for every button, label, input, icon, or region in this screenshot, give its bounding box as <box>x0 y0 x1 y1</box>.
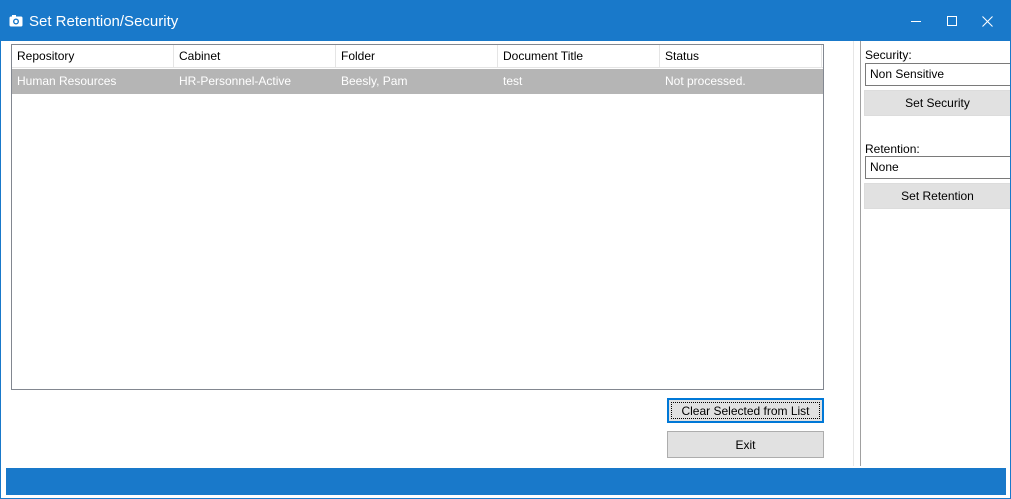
set-security-label: Set Security <box>905 96 970 110</box>
column-header-cabinet[interactable]: Cabinet <box>174 45 336 68</box>
table-row[interactable]: Human Resources HR-Personnel-Active Bees… <box>12 69 823 94</box>
title-bar[interactable]: Set Retention/Security <box>1 1 1010 41</box>
status-bar <box>6 468 1006 495</box>
column-header-document-title[interactable]: Document Title <box>498 45 660 68</box>
settings-panel: Security: Non Sensitive Set Security Ret… <box>861 41 1010 466</box>
minimize-button[interactable] <box>896 1 936 41</box>
security-value: Non Sensitive <box>870 67 945 81</box>
maximize-button[interactable] <box>932 1 972 41</box>
security-dropdown[interactable]: Non Sensitive <box>865 63 1010 86</box>
retention-label: Retention: <box>865 142 920 156</box>
exit-label: Exit <box>735 437 756 452</box>
cell-document-title: test <box>503 74 523 88</box>
minimize-icon <box>911 16 921 26</box>
column-header-folder[interactable]: Folder <box>336 45 498 68</box>
close-button[interactable] <box>967 1 1007 41</box>
cell-cabinet: HR-Personnel-Active <box>179 74 292 88</box>
set-retention-button[interactable]: Set Retention <box>864 183 1010 209</box>
column-header-repository[interactable]: Repository <box>12 45 174 68</box>
exit-button[interactable]: Exit <box>667 431 824 458</box>
cell-repository: Human Resources <box>17 74 117 88</box>
panel-splitter[interactable] <box>853 41 861 466</box>
retention-dropdown[interactable]: None <box>865 156 1010 179</box>
clear-selected-button[interactable]: Clear Selected from List <box>667 398 824 423</box>
main-window: Set Retention/Security Repository Cabine… <box>0 0 1011 499</box>
list-header: Repository Cabinet Folder Document Title… <box>12 45 823 68</box>
window-title: Set Retention/Security <box>29 13 179 30</box>
camera-app-icon <box>9 14 23 28</box>
cell-status: Not processed. <box>665 74 746 88</box>
cell-folder: Beesly, Pam <box>341 74 408 88</box>
retention-value: None <box>870 160 899 174</box>
close-icon <box>981 15 993 27</box>
set-retention-label: Set Retention <box>901 189 974 203</box>
maximize-icon <box>947 16 957 26</box>
document-list[interactable]: Repository Cabinet Folder Document Title… <box>11 44 824 390</box>
security-label: Security: <box>865 48 912 62</box>
focus-rectangle <box>671 402 820 419</box>
column-header-status[interactable]: Status <box>660 45 822 68</box>
set-security-button[interactable]: Set Security <box>864 90 1010 116</box>
